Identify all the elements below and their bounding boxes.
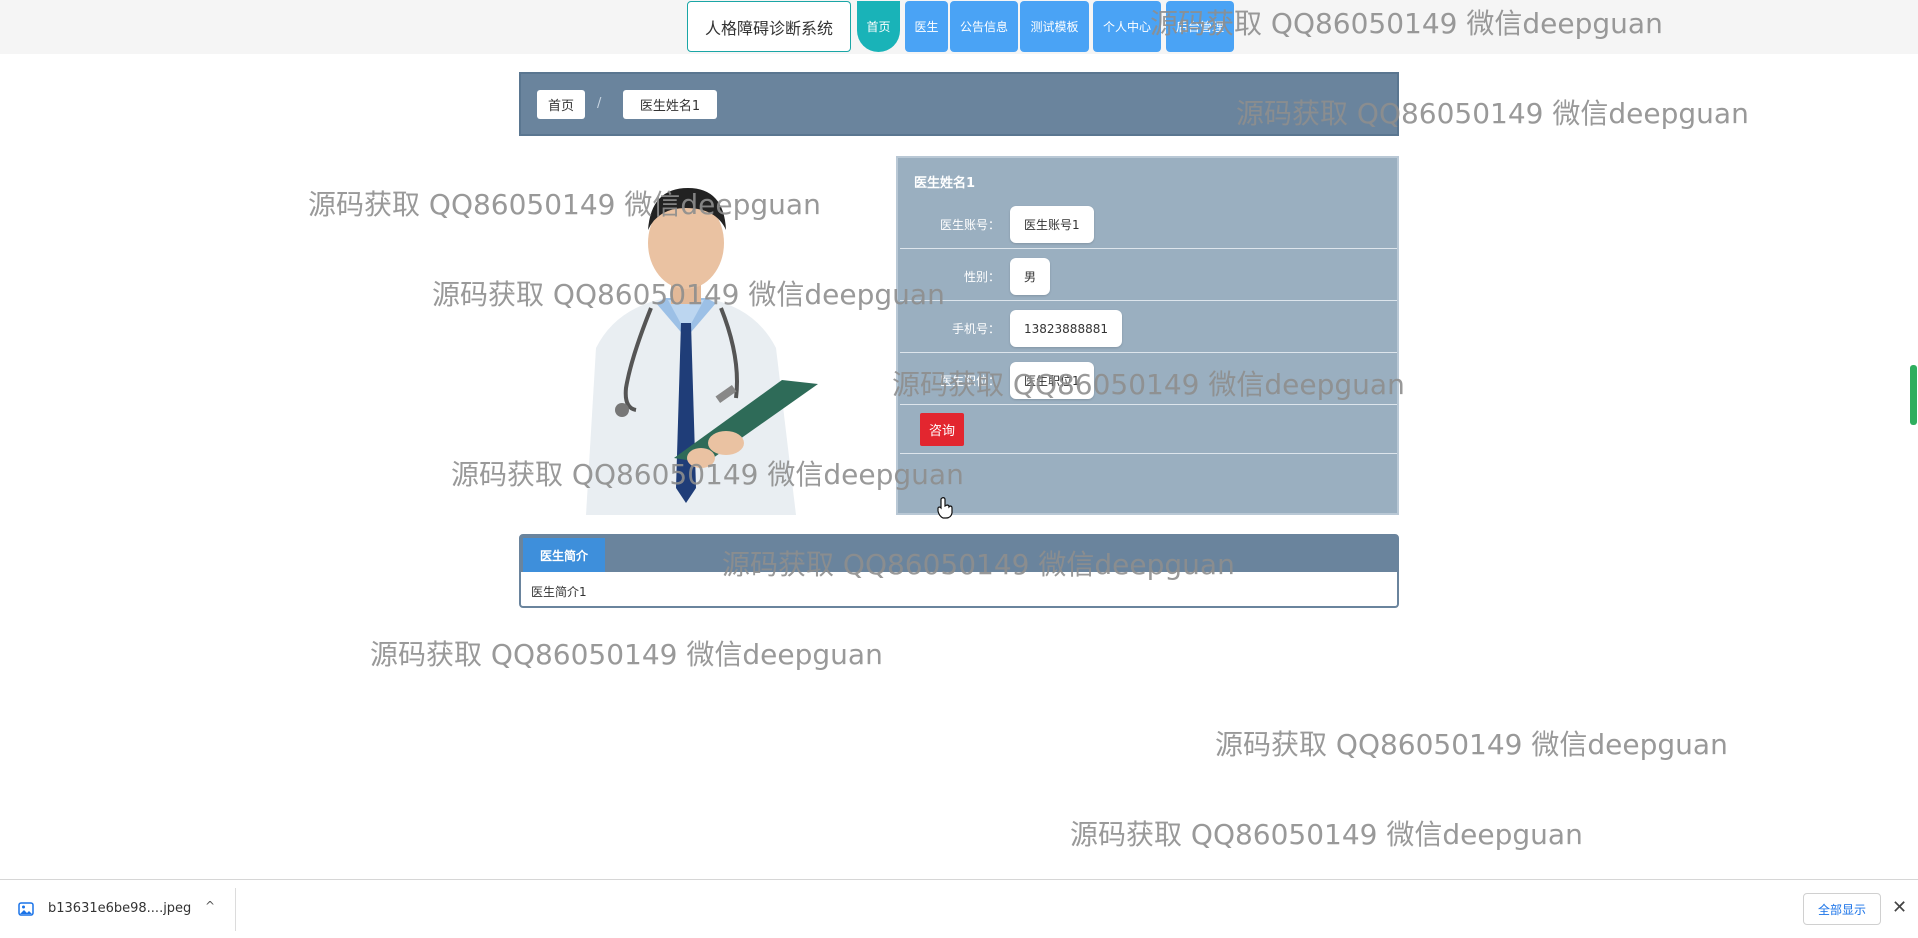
close-icon[interactable]: ✕: [1892, 897, 1907, 918]
nav-admin[interactable]: 后台管理: [1166, 1, 1234, 52]
hand-cursor-icon: [937, 497, 953, 519]
intro-text: 医生简介1: [531, 585, 587, 599]
field-label: 手机号：: [951, 322, 1000, 336]
doctor-photo: [586, 188, 818, 515]
field-label: 性别：: [963, 270, 1000, 284]
breadcrumb-current: 医生姓名1: [623, 90, 717, 119]
breadcrumb: 首页 / 医生姓名1: [519, 72, 1399, 136]
divider: [235, 888, 236, 931]
field-label: 医生职位：: [939, 374, 1000, 388]
tab-doctor-intro[interactable]: 医生简介: [523, 538, 605, 572]
chevron-up-icon[interactable]: ^: [205, 899, 215, 913]
nav-home[interactable]: 首页: [857, 1, 900, 52]
image-file-icon: [18, 902, 34, 916]
field-value: 医生账号1: [1010, 206, 1094, 243]
action-row: 咨询: [900, 406, 1397, 454]
field-value: 医生职位1: [1010, 362, 1094, 399]
top-nav: 人格障碍诊断系统 首页 医生 公告信息 测试模板 个人中心 后台管理: [0, 0, 1918, 54]
breadcrumb-home[interactable]: 首页: [537, 90, 585, 119]
doctor-info-panel: 医生姓名1 医生账号： 医生账号1 性别： 男 手机号： 13823888881…: [896, 156, 1399, 515]
intro-tab-bar: 医生简介: [521, 536, 1397, 572]
info-row-position: 医生职位： 医生职位1: [900, 354, 1397, 405]
field-label: 医生账号：: [939, 218, 1000, 232]
site-brand[interactable]: 人格障碍诊断系统: [687, 1, 851, 52]
nav-personal-center[interactable]: 个人中心: [1093, 1, 1161, 52]
doctor-intro-box: 医生简介 医生简介1: [519, 534, 1399, 608]
nav-test-template[interactable]: 测试模板: [1020, 1, 1089, 52]
doctor-name-title: 医生姓名1: [914, 176, 976, 191]
watermark: 源码获取 QQ86050149 微信deepguan: [370, 638, 883, 671]
download-bar: b13631e6be98....jpeg ^ 全部显示 ✕: [0, 879, 1918, 938]
download-filename[interactable]: b13631e6be98....jpeg: [48, 901, 191, 916]
breadcrumb-separator: /: [597, 96, 602, 111]
consult-button[interactable]: 咨询: [920, 413, 964, 446]
info-row-gender: 性别： 男: [900, 250, 1397, 301]
show-all-button[interactable]: 全部显示: [1803, 893, 1881, 925]
field-value: 男: [1010, 258, 1051, 295]
info-row-phone: 手机号： 13823888881: [900, 302, 1397, 353]
page-scrollbar[interactable]: [1910, 365, 1917, 425]
watermark: 源码获取 QQ86050149 微信deepguan: [1215, 728, 1728, 761]
nav-notice[interactable]: 公告信息: [950, 1, 1018, 52]
info-row-account: 医生账号： 医生账号1: [900, 198, 1397, 249]
field-value: 13823888881: [1010, 310, 1122, 347]
nav-doctor[interactable]: 医生: [905, 1, 948, 52]
watermark: 源码获取 QQ86050149 微信deepguan: [1070, 818, 1583, 851]
